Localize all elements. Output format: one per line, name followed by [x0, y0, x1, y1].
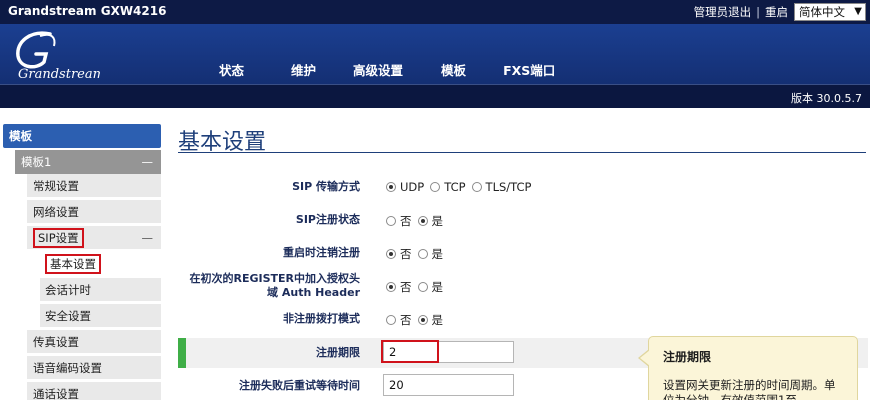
nav-templates[interactable]: 模板 — [441, 60, 466, 79]
sidebar-item-general[interactable]: 常规设置 — [27, 174, 161, 198]
unregister-on-reboot-label: 重启时注销注册 — [283, 246, 360, 259]
firmware-version: 版本 30.0.5.7 — [791, 92, 862, 105]
sip-registration-label: SIP注册状态 — [295, 213, 360, 226]
option-label: TLS/TCP — [485, 180, 532, 194]
tooltip-title: 注册期限 — [663, 350, 712, 364]
language-select[interactable]: 简体中文 ▼ — [794, 3, 866, 21]
option-label: 是 — [431, 313, 444, 327]
sip-registration-yes-radio[interactable] — [417, 216, 428, 226]
sip-transport-udp-radio[interactable] — [386, 182, 396, 192]
nav-fxs-ports[interactable]: FXS端口 — [503, 60, 555, 79]
sip-transport-options: UDP TCP TLS/TCP — [386, 180, 537, 194]
top-bar: Grandstream GXW4216 管理员退出 | 重启 简体中文 ▼ — [0, 0, 870, 24]
option-label: 否 — [400, 280, 412, 294]
unregistered-dial-yes-radio[interactable] — [417, 315, 428, 325]
option-label: 否 — [400, 214, 412, 228]
unregister-on-reboot-yes-radio[interactable] — [417, 249, 428, 259]
logo-text: Grandstream — [18, 67, 100, 82]
device-model: Grandstream GXW4216 — [8, 4, 167, 18]
unregistered-dial-label: 非注册拨打模式 — [283, 312, 360, 325]
auth-header-label: 在初次的REGISTER中加入授权头 域 Auth Header — [189, 272, 360, 300]
unregister-on-reboot-no-radio[interactable] — [386, 249, 396, 259]
grandstream-logo: Grandstream — [16, 31, 100, 82]
reregister-wait-label: 注册失败后重试等待时间 — [239, 379, 360, 392]
sidebar-item-codec[interactable]: 语音编码设置 — [27, 356, 161, 380]
main-nav: 状态 维护 高级设置 模板 FXS端口 — [219, 60, 591, 79]
option-label: TCP — [444, 180, 466, 194]
sidebar-item-sip[interactable]: SIP设置 — — [27, 226, 161, 250]
option-label: 是 — [431, 247, 444, 261]
top-right-links: 管理员退出 | 重启 简体中文 ▼ — [694, 3, 866, 21]
sidebar: 模板 模板1 — 常规设置 网络设置 SIP设置 — 基本设置 会话计时 安全设… — [0, 108, 166, 400]
nav-maintenance[interactable]: 维护 — [291, 60, 316, 79]
sidebar-item-templates[interactable]: 模板 — [3, 124, 161, 148]
header: Grandstream 状态 维护 高级设置 模板 FXS端口 — [0, 24, 870, 84]
sidebar-item-network[interactable]: 网络设置 — [27, 200, 161, 224]
register-expiration-label: 注册期限 — [316, 346, 360, 359]
sidebar-item-fax[interactable]: 传真设置 — [27, 330, 161, 354]
sip-transport-label: SIP 传输方式 — [292, 180, 360, 193]
reboot-link[interactable]: 重启 — [765, 4, 788, 20]
unregistered-dial-options: 否 是 — [386, 312, 449, 328]
auth-header-label-line2: 域 Auth Header — [267, 286, 360, 299]
collapse-icon[interactable]: — — [142, 150, 154, 174]
reregister-wait-input[interactable]: 20 — [383, 374, 514, 396]
separator: | — [756, 5, 760, 19]
sidebar-item-label: 基本设置 — [45, 254, 101, 274]
collapse-icon[interactable]: — — [142, 226, 154, 250]
option-label: 否 — [400, 247, 412, 261]
sidebar-item-session-timer[interactable]: 会话计时 — [40, 278, 161, 302]
admin-logout-link[interactable]: 管理员退出 — [694, 4, 752, 20]
sip-registration-no-radio[interactable] — [386, 216, 396, 226]
chevron-down-icon: ▼ — [854, 6, 862, 17]
sidebar-item-call[interactable]: 通话设置 — [27, 382, 161, 400]
sip-registration-options: 否 是 — [386, 213, 449, 229]
option-label: UDP — [400, 180, 425, 194]
sip-transport-tls-radio[interactable] — [471, 182, 482, 192]
auth-header-options: 否 是 — [386, 279, 449, 295]
language-value: 简体中文 — [799, 5, 845, 19]
auth-header-yes-radio[interactable] — [417, 282, 428, 292]
highlight-box — [381, 340, 439, 363]
sidebar-item-basic[interactable]: 基本设置 — [40, 252, 161, 276]
auth-header-no-radio[interactable] — [386, 282, 396, 292]
unregister-on-reboot-options: 否 是 — [386, 246, 449, 262]
help-tooltip: 注册期限 设置网关更新注册的时间周期。单位为分钟，有效值范围1至 — [638, 336, 858, 400]
version-bar: 版本 30.0.5.7 — [0, 84, 870, 108]
option-label: 是 — [431, 280, 444, 294]
nav-status[interactable]: 状态 — [219, 60, 244, 79]
unregistered-dial-no-radio[interactable] — [386, 315, 396, 325]
nav-advanced[interactable]: 高级设置 — [353, 60, 403, 79]
active-row-marker — [178, 338, 186, 368]
option-label: 是 — [431, 214, 444, 228]
sidebar-item-label: SIP设置 — [33, 228, 84, 248]
sidebar-item-template1[interactable]: 模板1 — — [15, 150, 161, 174]
tooltip-body: 设置网关更新注册的时间周期。单位为分钟，有效值范围1至 — [663, 378, 836, 400]
auth-header-label-line1: 在初次的REGISTER中加入授权头 — [189, 272, 360, 285]
title-divider — [178, 152, 866, 153]
sidebar-item-label: 模板1 — [21, 155, 52, 169]
sip-transport-tcp-radio[interactable] — [430, 182, 441, 192]
option-label: 否 — [400, 313, 412, 327]
sidebar-item-security[interactable]: 安全设置 — [40, 304, 161, 328]
